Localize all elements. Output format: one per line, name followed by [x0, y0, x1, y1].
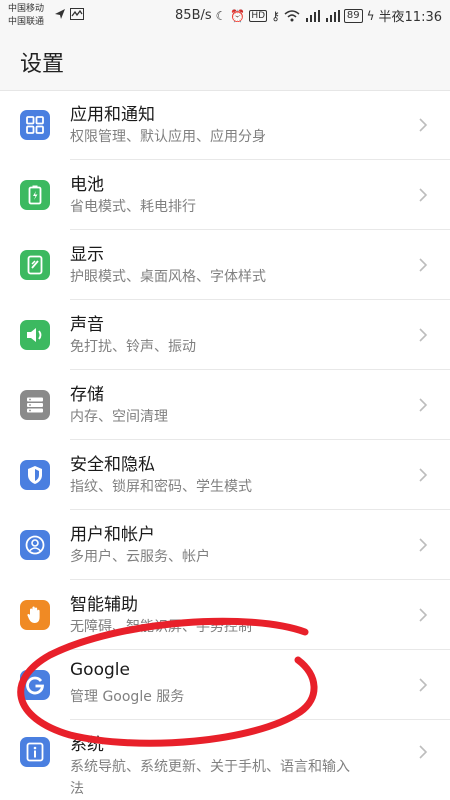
- key-icon: ⚷: [271, 8, 280, 23]
- charging-icon: ϟ: [366, 8, 375, 23]
- shield-icon: [20, 460, 50, 490]
- chevron-right-icon: [419, 468, 428, 482]
- settings-item-subtitle-cont: 法: [70, 781, 84, 797]
- settings-item-sound[interactable]: 声音 免打扰、铃声、振动: [0, 300, 450, 370]
- settings-item-google[interactable]: Google 管理 Google 服务: [0, 650, 450, 720]
- signal-2-icon: [325, 9, 340, 22]
- settings-item-subtitle: 无障碍、智能识屏、手势控制: [70, 619, 252, 635]
- settings-item-subtitle: 内存、空间清理: [70, 409, 168, 425]
- settings-item-label: 用户和帐户: [70, 525, 155, 545]
- alarm-icon: ⏰: [230, 8, 246, 23]
- activity-icon: [69, 8, 84, 20]
- user-icon: [20, 530, 50, 560]
- settings-item-subtitle: 护眼模式、桌面风格、字体样式: [70, 269, 266, 285]
- hand-icon: [20, 600, 50, 630]
- settings-item-subtitle: 省电模式、耗电排行: [70, 199, 196, 215]
- sound-icon: [20, 320, 50, 350]
- settings-item-apps[interactable]: 应用和通知 权限管理、默认应用、应用分身: [0, 90, 450, 160]
- status-bar: 中国移动 中国联通 85B/s ☾ ⏰ HD ⚷ 89 ϟ 半夜11:36: [0, 0, 450, 34]
- hd-icon: HD: [249, 9, 268, 22]
- settings-item-label: 应用和通知: [70, 105, 155, 125]
- display-icon: [20, 250, 50, 280]
- chevron-right-icon: [419, 538, 428, 552]
- settings-item-label: 安全和隐私: [70, 455, 155, 475]
- info-icon: [20, 737, 50, 767]
- signal-1-icon: [305, 9, 320, 22]
- chevron-right-icon: [419, 608, 428, 622]
- settings-item-subtitle: 管理 Google 服务: [70, 689, 185, 705]
- chevron-right-icon: [419, 745, 428, 759]
- apps-icon: [20, 110, 50, 140]
- clock: 半夜11:36: [378, 10, 442, 25]
- settings-item-storage[interactable]: 存储 内存、空间清理: [0, 370, 450, 440]
- carrier-names: 中国移动 中国联通: [8, 3, 44, 29]
- google-icon: [20, 670, 50, 700]
- settings-item-assist[interactable]: 智能辅助 无障碍、智能识屏、手势控制: [0, 580, 450, 650]
- settings-item-subtitle: 多用户、云服务、帐户: [70, 549, 210, 565]
- settings-item-label: 显示: [70, 245, 104, 265]
- carrier-2: 中国联通: [8, 17, 45, 27]
- chevron-right-icon: [419, 678, 428, 692]
- settings-item-subtitle: 免打扰、铃声、振动: [70, 339, 196, 355]
- settings-item-security[interactable]: 安全和隐私 指纹、锁屏和密码、学生模式: [0, 440, 450, 510]
- battery-indicator: 89: [343, 8, 363, 23]
- moon-icon: ☾: [215, 8, 227, 23]
- wifi-icon: [284, 9, 300, 21]
- settings-item-label: Google: [70, 660, 130, 680]
- carrier-1: 中国移动: [8, 4, 45, 14]
- chevron-right-icon: [419, 398, 428, 412]
- settings-item-subtitle: 权限管理、默认应用、应用分身: [70, 129, 266, 145]
- settings-item-battery[interactable]: 电池 省电模式、耗电排行: [0, 160, 450, 230]
- settings-item-label: 声音: [70, 315, 104, 335]
- chevron-right-icon: [419, 188, 428, 202]
- settings-item-subtitle: 指纹、锁屏和密码、学生模式: [70, 479, 252, 495]
- chevron-right-icon: [419, 118, 428, 132]
- settings-item-subtitle: 系统导航、系统更新、关于手机、语言和输入: [70, 759, 350, 775]
- settings-item-label: 智能辅助: [70, 595, 138, 615]
- title-bar: 设置: [0, 34, 450, 91]
- notification-icons: [54, 8, 84, 23]
- chevron-right-icon: [419, 258, 428, 272]
- settings-item-users[interactable]: 用户和帐户 多用户、云服务、帐户: [0, 510, 450, 580]
- page-title: 设置: [20, 52, 65, 77]
- settings-item-system[interactable]: 系统 系统导航、系统更新、关于手机、语言和输入 法: [0, 720, 450, 800]
- settings-item-label: 电池: [70, 175, 104, 195]
- battery-icon: [20, 180, 50, 210]
- storage-icon: [20, 390, 50, 420]
- settings-item-label: 存储: [70, 385, 104, 405]
- chevron-right-icon: [419, 328, 428, 342]
- settings-item-label: 系统: [70, 735, 104, 755]
- net-speed: 85B/s: [175, 8, 212, 23]
- settings-item-display[interactable]: 显示 护眼模式、桌面风格、字体样式: [0, 230, 450, 300]
- status-right: 85B/s ☾ ⏰ HD ⚷ 89 ϟ 半夜11:36: [175, 6, 442, 25]
- send-icon: [55, 9, 65, 19]
